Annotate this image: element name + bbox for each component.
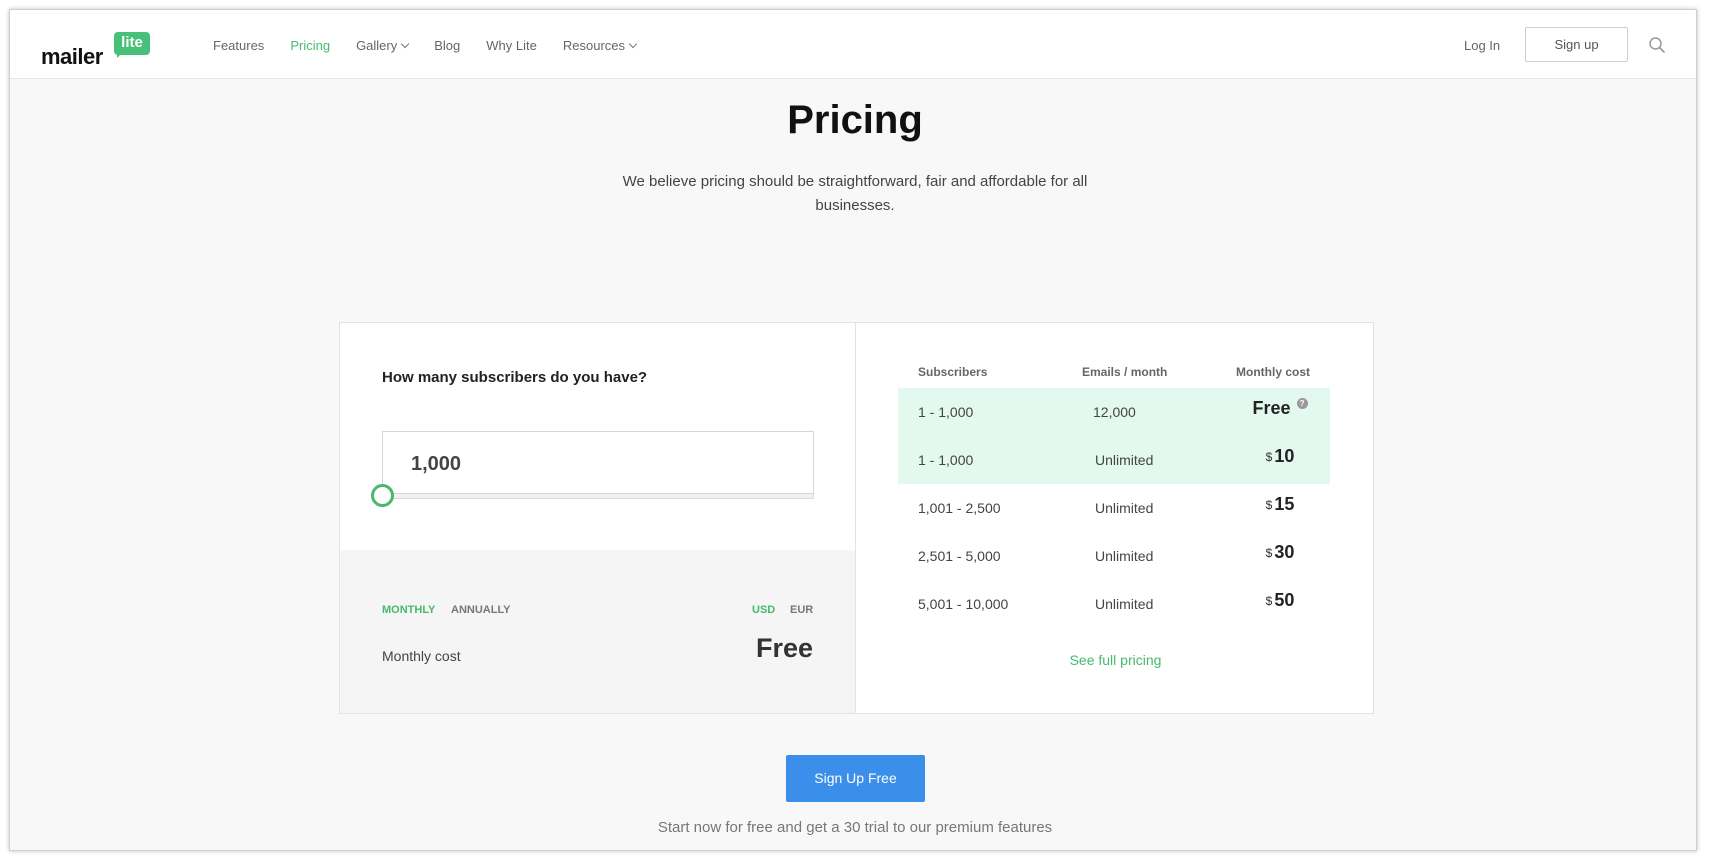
row-cost: $30 [1240,542,1320,563]
row-cost-currency: $ [1265,498,1273,512]
row-emails: 12,000 [1093,404,1136,420]
cost-summary: MONTHLY ANNUALLY USD EUR Monthly cost Fr… [340,550,855,713]
row-emails: Unlimited [1095,500,1154,516]
row-cost-amount: 50 [1274,590,1295,610]
row-subscribers: 1,001 - 2,500 [918,500,1001,516]
subscriber-slider-handle[interactable] [371,484,394,507]
site-header: mailer lite Features Pricing Gallery Blo… [10,10,1696,79]
chevron-down-icon [401,39,410,48]
main-nav: Features Pricing Gallery Blog Why Lite R… [213,38,662,53]
row-cost: Free? [1240,398,1320,419]
monthly-cost-label: Monthly cost [382,648,461,664]
subscriber-count-value: 1,000 [411,453,462,475]
header-subscribers: Subscribers [918,365,988,379]
table-row: 1,001 - 2,500 Unlimited $15 [898,484,1330,532]
row-cost-amount: 30 [1274,542,1295,562]
nav-resources[interactable]: Resources [562,38,638,53]
logo-bubble-tail [117,52,123,58]
see-full-pricing-link[interactable]: See full pricing [856,652,1375,668]
nav-features-label: Features [213,38,265,53]
nav-pricing-label: Pricing [290,38,331,53]
nav-why-lite-label: Why Lite [486,38,537,53]
header-monthly-cost: Monthly cost [1236,365,1310,379]
row-cost-currency: $ [1265,450,1273,464]
row-emails: Unlimited [1095,548,1154,564]
question-mark-icon[interactable]: ? [1296,398,1308,409]
nav-why-lite[interactable]: Why Lite [486,38,537,53]
sign-up-free-button[interactable]: Sign Up Free [786,755,925,802]
nav-gallery[interactable]: Gallery [356,38,410,53]
row-cost-amount: 15 [1274,494,1295,514]
row-cost: $10 [1240,446,1320,467]
header-emails-month: Emails / month [1082,365,1168,379]
row-cost-amount: 10 [1274,446,1295,466]
row-cost: $50 [1240,590,1320,611]
subscriber-count-field[interactable]: 1,000 [382,431,814,494]
subscriber-slider-track[interactable] [382,494,814,499]
signup-button[interactable]: Sign up [1525,27,1628,62]
pricing-card: How many subscribers do you have? 1,000 … [339,322,1374,714]
billing-monthly-toggle[interactable]: MONTHLY [382,604,435,616]
table-row: 5,001 - 10,000 Unlimited $50 [898,580,1330,628]
table-row: 2,501 - 5,000 Unlimited $30 [898,532,1330,580]
row-cost-amount: Free [1252,398,1291,418]
chevron-down-icon [628,39,638,48]
monthly-cost-value: Free [755,633,813,663]
billing-annually-toggle[interactable]: ANNUALLY [451,604,511,616]
page-subtitle: We believe pricing should be straightfor… [622,173,1088,214]
page-title: Pricing [787,98,923,142]
currency-usd-toggle[interactable]: USD [752,604,775,616]
row-subscribers: 1 - 1,000 [918,404,974,420]
table-row: 1 - 1,000 Unlimited $10 [898,436,1330,484]
table-row: 1 - 1,000 12,000 Free? [898,388,1330,436]
row-subscribers: 5,001 - 10,000 [918,596,1009,612]
search-icon[interactable] [1648,36,1666,54]
row-cost: $15 [1240,494,1320,515]
row-subscribers: 1 - 1,000 [918,452,974,468]
nav-blog-label: Blog [434,38,461,53]
browser-viewport: mailer lite Features Pricing Gallery Blo… [9,9,1697,851]
nav-pricing[interactable]: Pricing [290,38,330,53]
nav-gallery-label: Gallery [356,38,398,53]
row-emails: Unlimited [1095,452,1154,468]
nav-resources-label: Resources [562,38,625,53]
nav-blog[interactable]: Blog [434,38,460,53]
row-subscribers: 2,501 - 5,000 [918,548,1001,564]
nav-features[interactable]: Features [213,38,264,53]
logo-word: mailer [41,44,103,69]
row-cost-currency: $ [1265,594,1273,608]
cta-note: Start now for free and get a 30 trial to… [657,819,1053,836]
currency-eur-toggle[interactable]: EUR [790,604,813,616]
row-cost-currency: $ [1265,546,1273,560]
login-link[interactable]: Log In [1464,38,1500,53]
subscriber-calculator: How many subscribers do you have? 1,000 … [340,323,856,713]
row-emails: Unlimited [1095,596,1154,612]
subscriber-question: How many subscribers do you have? [382,369,648,386]
